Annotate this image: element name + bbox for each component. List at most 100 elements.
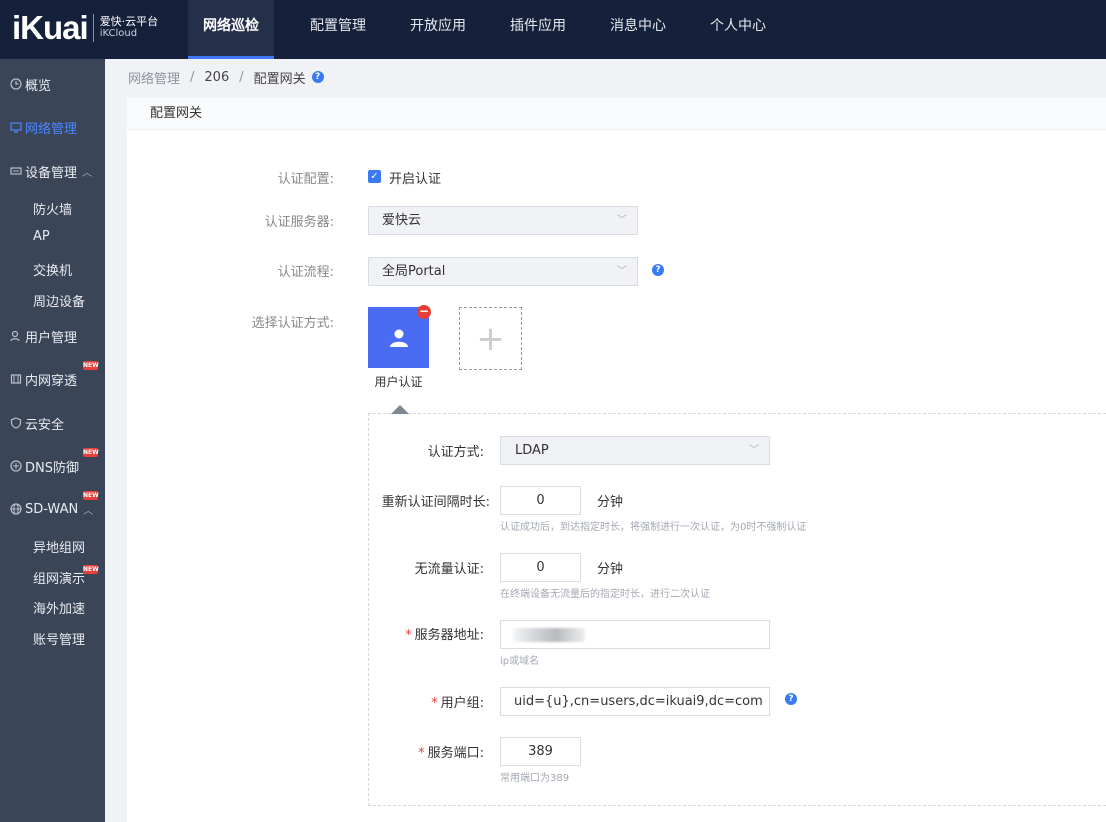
device-icon: [10, 165, 22, 177]
main-nav: 网络巡检 配置管理 开放应用 插件应用 消息中心 个人中心: [188, 0, 788, 59]
nav-personal-center[interactable]: 个人中心: [688, 0, 788, 59]
sidebar-subitem-remote-networking[interactable]: 异地组网: [33, 537, 85, 556]
sidebar-item-user-management[interactable]: 用户管理: [0, 321, 105, 351]
auth-flow-label: 认证流程:: [277, 265, 334, 280]
chevron-down-icon: ﹀: [617, 266, 627, 277]
server-address-input[interactable]: [500, 620, 770, 649]
user-icon: [10, 330, 22, 342]
user-group-label: * 用户组:: [370, 692, 484, 711]
breadcrumb-mid[interactable]: 206: [204, 70, 229, 85]
new-badge: NEW: [83, 448, 99, 457]
redacted-value: [513, 628, 585, 642]
logo-subtitle-en: iKCloud: [99, 28, 138, 39]
service-port-label: * 服务端口:: [370, 742, 484, 761]
reauth-interval-unit: 分钟: [597, 495, 624, 510]
required-mark: *: [405, 628, 412, 643]
service-port-input[interactable]: 389: [500, 737, 581, 766]
logo-text: iKuai: [12, 9, 89, 46]
reauth-interval-hint: 认证成功后，到达指定时长，将强制进行一次认证，为0时不强制认证: [500, 522, 807, 533]
auth-method-select[interactable]: LDAP ﹀: [500, 436, 770, 465]
chevron-down-icon: ﹀: [617, 215, 627, 226]
auth-flow-select[interactable]: 全局Portal ﹀: [368, 257, 638, 286]
sidebar-item-overview[interactable]: 概览: [0, 69, 105, 99]
sidebar-item-label: 云安全: [25, 417, 65, 433]
idle-auth-input[interactable]: 0: [500, 553, 581, 582]
breadcrumb-root[interactable]: 网络管理: [128, 68, 180, 87]
breadcrumb-current: 配置网关: [253, 71, 306, 87]
sidebar-item-device-management[interactable]: 设备管理 ︿: [0, 156, 105, 186]
clock-icon: [10, 78, 22, 90]
chevron-up-icon: ︿: [83, 505, 94, 517]
enable-auth-checkbox[interactable]: ✓: [368, 170, 381, 183]
server-address-hint: ip或域名: [500, 656, 540, 667]
service-port-label-text: 服务端口:: [427, 746, 484, 761]
add-auth-method-button[interactable]: +: [459, 307, 522, 370]
server-address-label: * 服务器地址:: [370, 624, 484, 643]
server-address-label-text: 服务器地址:: [414, 628, 484, 643]
idle-auth-unit: 分钟: [597, 562, 624, 577]
reauth-interval-input[interactable]: 0: [500, 486, 581, 515]
service-port-hint: 常用端口为389: [500, 773, 570, 784]
sidebar-item-cloud-security[interactable]: 云安全: [0, 408, 105, 438]
sidebar-item-label: 内网穿透: [25, 373, 78, 389]
globe-icon: [10, 503, 22, 515]
sidebar-item-label: 用户管理: [25, 330, 78, 346]
required-mark: *: [431, 696, 438, 711]
auth-method-label: 认证方式:: [427, 445, 484, 460]
nav-message-center[interactable]: 消息中心: [588, 0, 688, 59]
auth-server-label: 认证服务器:: [264, 215, 334, 230]
select-auth-method-label: 选择认证方式:: [251, 316, 334, 331]
idle-auth-label: 无流量认证:: [414, 562, 484, 577]
idle-auth-hint: 在终端设备无流量后的指定时长，进行二次认证: [500, 589, 710, 600]
sidebar-subitem-account-management[interactable]: 账号管理: [33, 629, 85, 648]
new-badge: NEW: [83, 361, 99, 370]
auth-flow-value: 全局Portal: [382, 264, 446, 279]
help-icon[interactable]: ?: [785, 693, 797, 705]
nav-config-management[interactable]: 配置管理: [288, 0, 388, 59]
logo-subtitle-cn: 爱快·云平台: [99, 15, 159, 28]
remove-icon[interactable]: −: [417, 305, 431, 319]
dns-icon: [10, 460, 22, 472]
user-group-label-text: 用户组:: [440, 696, 484, 711]
panel-title: 配置网关: [127, 98, 1106, 130]
help-icon[interactable]: ?: [652, 264, 664, 276]
plus-icon: +: [476, 318, 505, 359]
auth-server-select[interactable]: 爱快云 ﹀: [368, 206, 638, 235]
logo-subtitle: 爱快·云平台 iKCloud: [100, 16, 159, 40]
logo-divider: [92, 14, 94, 42]
logo[interactable]: iKuai 爱快·云平台 iKCloud: [12, 8, 158, 48]
breadcrumb-separator: /: [190, 69, 195, 85]
nav-plugin-apps[interactable]: 插件应用: [488, 0, 588, 59]
monitor-icon: [10, 121, 22, 133]
sidebar-subitem-overseas-acceleration[interactable]: 海外加速: [33, 598, 85, 617]
auth-config-label: 认证配置:: [277, 172, 334, 187]
shield-icon: [10, 417, 22, 429]
sidebar-subitem-switch[interactable]: 交换机: [33, 260, 72, 279]
breadcrumb-separator: /: [239, 69, 244, 85]
nav-open-apps[interactable]: 开放应用: [388, 0, 488, 59]
sidebar-item-label: SD-WAN: [25, 501, 79, 517]
sidebar-subitem-ap[interactable]: AP: [33, 229, 50, 244]
sidebar-subitem-peripheral[interactable]: 周边设备: [33, 291, 85, 310]
sidebar-subitem-firewall[interactable]: 防火墙: [33, 199, 72, 218]
auth-server-value: 爱快云: [382, 213, 422, 228]
user-auth-tile-label: 用户认证: [374, 375, 423, 389]
sidebar-item-network-management[interactable]: 网络管理: [0, 112, 105, 142]
chevron-up-icon: ︿: [82, 167, 93, 179]
caret-up-icon: [391, 405, 409, 414]
enable-auth-label[interactable]: 开启认证: [389, 168, 441, 187]
sidebar-item-label: DNS防御: [25, 460, 79, 476]
nav-network-inspection[interactable]: 网络巡检: [188, 0, 274, 59]
sidebar-subitem-networking-demo[interactable]: 组网演示: [33, 568, 85, 587]
required-mark: *: [418, 746, 425, 761]
sidebar: 概览 网络管理 设备管理 ︿ 防火墙 AP 交换机 周边设备 用户管理 内网穿透…: [0, 59, 105, 822]
new-badge: NEW: [83, 565, 99, 574]
user-group-input[interactable]: uid={u},cn=users,dc=ikuai9,dc=com: [500, 687, 770, 716]
breadcrumb: 网络管理 / 206 / 配置网关 ?: [128, 68, 324, 87]
top-navbar: iKuai 爱快·云平台 iKCloud 网络巡检 配置管理 开放应用 插件应用…: [0, 0, 1106, 59]
chevron-down-icon: ﹀: [749, 445, 759, 456]
help-icon[interactable]: ?: [311, 71, 324, 83]
person-icon: [389, 329, 408, 347]
sidebar-item-label: 网络管理: [25, 121, 78, 137]
new-badge: NEW: [83, 491, 99, 500]
